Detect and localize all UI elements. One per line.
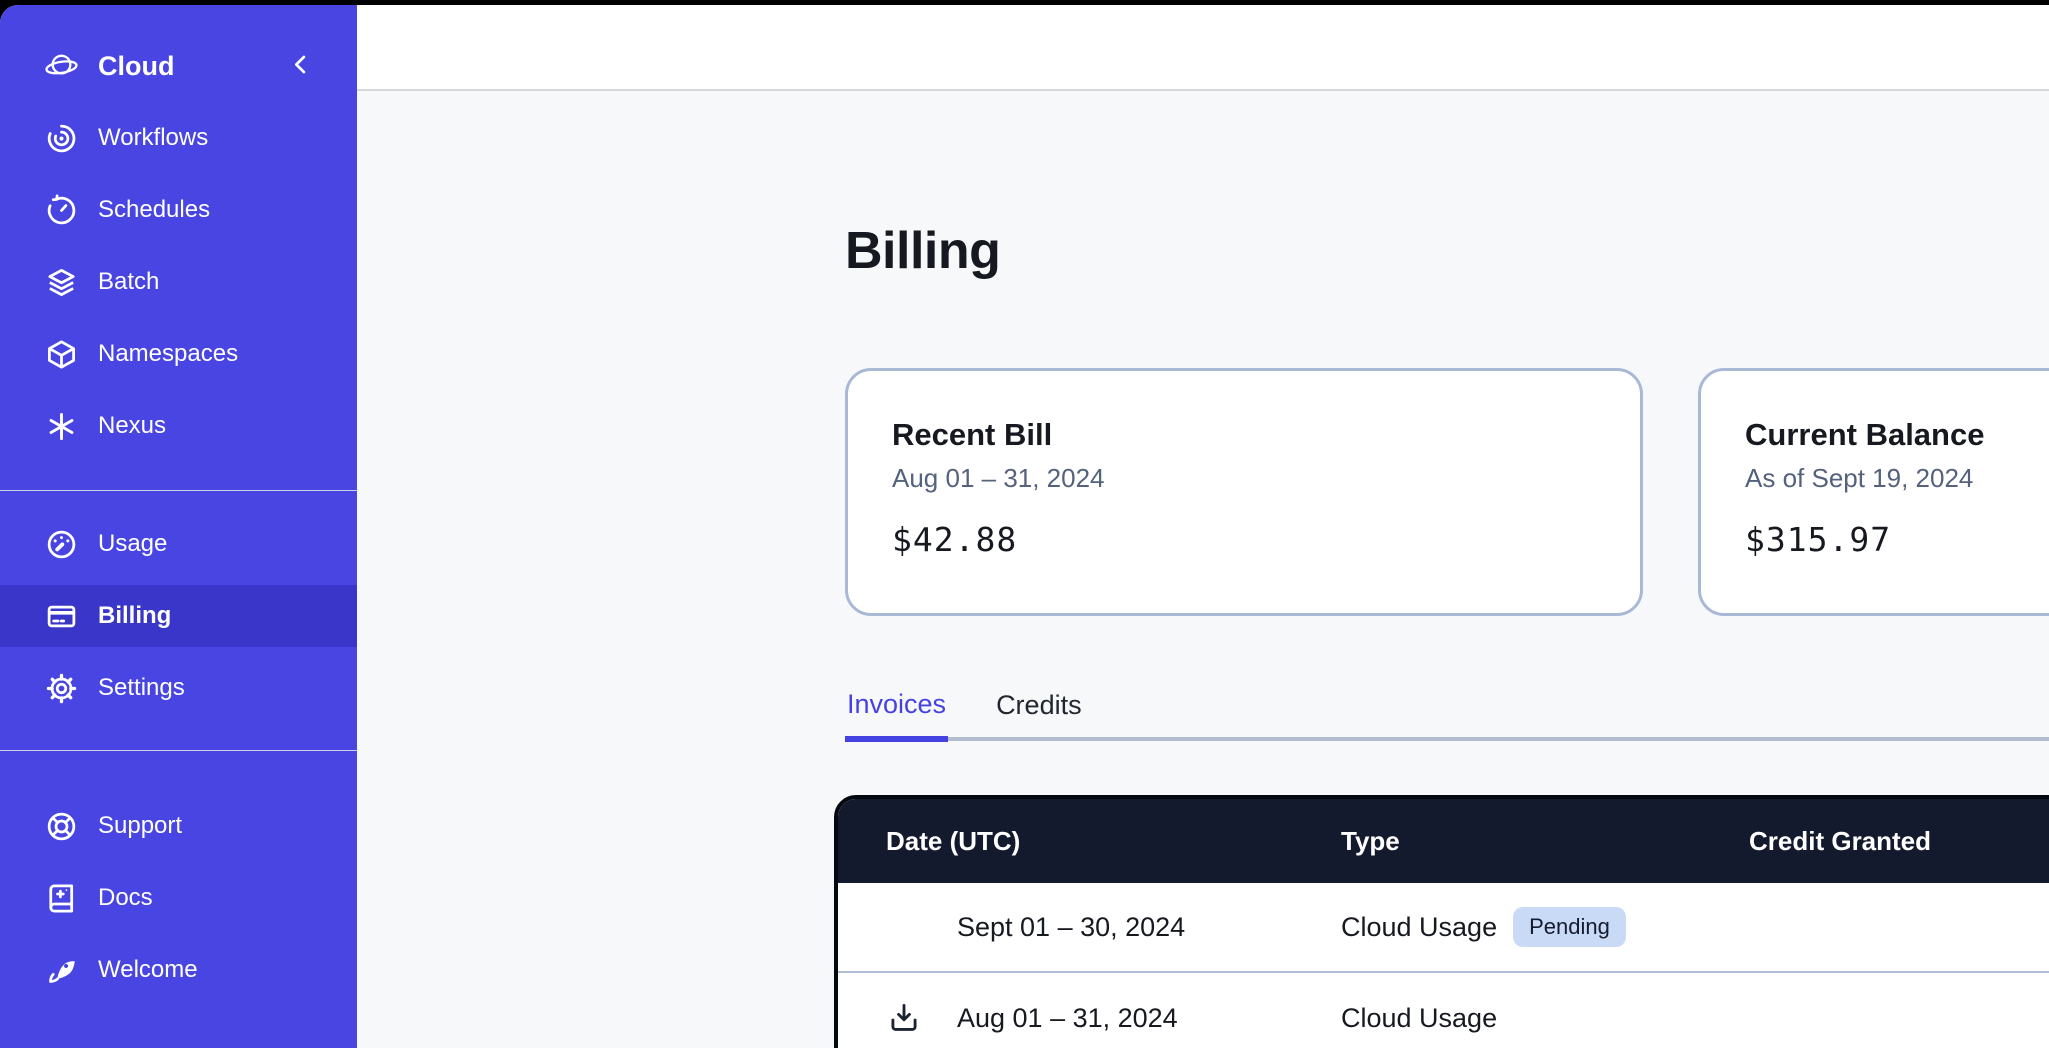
sidebar-item-namespaces[interactable]: Namespaces	[0, 323, 357, 385]
card-amount: $42.88	[892, 520, 1596, 559]
table-header: Date (UTC) Type Credit Granted	[838, 799, 2049, 883]
sidebar-item-schedules[interactable]: Schedules	[0, 179, 357, 241]
status-badge: Pending	[1513, 907, 1626, 947]
download-icon[interactable]	[886, 1000, 922, 1036]
sidebar-brand-label: Cloud	[98, 51, 174, 82]
sidebar-item-usage[interactable]: Usage	[0, 513, 357, 575]
sidebar-item-label: Batch	[98, 268, 159, 296]
sidebar-item-label: Nexus	[98, 412, 166, 440]
schedules-icon	[44, 193, 78, 227]
date-cell: Sept 01 – 30, 2024	[886, 912, 1341, 943]
column-header-date: Date (UTC)	[886, 826, 1341, 857]
sidebar-divider	[0, 490, 357, 491]
usage-icon	[44, 527, 78, 561]
type-cell: Cloud Usage	[1341, 1003, 1749, 1034]
settings-icon	[44, 671, 78, 705]
card-title: Recent Bill	[892, 417, 1596, 453]
batch-icon	[44, 265, 78, 299]
sidebar-item-label: Support	[98, 812, 182, 840]
type-cell: Cloud Usage Pending	[1341, 907, 1749, 947]
sidebar-item-batch[interactable]: Batch	[0, 251, 357, 313]
temporal-cloud-logo	[44, 49, 78, 83]
page-title: Billing	[845, 221, 1000, 281]
top-bar	[357, 5, 2049, 91]
sidebar-item-label: Docs	[98, 884, 153, 912]
sidebar-item-welcome[interactable]: Welcome	[0, 939, 357, 1001]
docs-icon	[44, 881, 78, 915]
sidebar-divider	[0, 750, 357, 751]
invoice-date: Aug 01 – 31, 2024	[957, 1003, 1178, 1034]
card-subtitle: Aug 01 – 31, 2024	[892, 463, 1596, 494]
workflows-icon	[44, 121, 78, 155]
sidebar-item-settings[interactable]: Settings	[0, 657, 357, 719]
billing-page: Billing Recent Bill Aug 01 – 31, 2024 $4…	[357, 91, 2049, 1048]
sidebar-item-support[interactable]: Support	[0, 795, 357, 857]
billing-tabs: Invoices Credits	[845, 671, 2049, 741]
sidebar-item-label: Usage	[98, 530, 167, 558]
sidebar-item-label: Billing	[98, 602, 171, 630]
welcome-icon	[44, 953, 78, 987]
card-subtitle: As of Sept 19, 2024	[1745, 463, 2049, 494]
sidebar-item-label: Welcome	[98, 956, 198, 984]
namespaces-icon	[44, 337, 78, 371]
sidebar: Cloud Workflows	[0, 5, 357, 1048]
card-amount: $315.97	[1745, 520, 2049, 559]
sidebar-item-nexus[interactable]: Nexus	[0, 395, 357, 457]
app-window: Cloud Workflows	[0, 5, 2049, 1048]
tab-credits[interactable]: Credits	[994, 671, 1084, 737]
download-icon-slot	[886, 1000, 957, 1036]
support-icon	[44, 809, 78, 843]
sidebar-brand[interactable]: Cloud	[0, 35, 357, 97]
sidebar-item-label: Schedules	[98, 196, 210, 224]
sidebar-item-label: Workflows	[98, 124, 208, 152]
date-cell: Aug 01 – 31, 2024	[886, 1000, 1341, 1036]
table-row[interactable]: Aug 01 – 31, 2024 Cloud Usage	[838, 973, 2049, 1048]
sidebar-collapse-button[interactable]	[287, 51, 315, 82]
sidebar-item-billing[interactable]: Billing	[0, 585, 357, 647]
chevron-left-icon	[287, 51, 315, 82]
main-area: Billing Recent Bill Aug 01 – 31, 2024 $4…	[357, 5, 2049, 1048]
billing-icon	[44, 599, 78, 633]
invoice-type: Cloud Usage	[1341, 1003, 1497, 1034]
nexus-icon	[44, 409, 78, 443]
sidebar-item-workflows[interactable]: Workflows	[0, 107, 357, 169]
summary-cards: Recent Bill Aug 01 – 31, 2024 $42.88 Cur…	[845, 368, 2049, 616]
invoice-type: Cloud Usage	[1341, 912, 1497, 943]
current-balance-card: Current Balance As of Sept 19, 2024 $315…	[1698, 368, 2049, 616]
recent-bill-card: Recent Bill Aug 01 – 31, 2024 $42.88	[845, 368, 1643, 616]
sidebar-item-label: Settings	[98, 674, 185, 702]
column-header-credit-granted: Credit Granted	[1749, 826, 2049, 857]
table-row[interactable]: Sept 01 – 30, 2024 Cloud Usage Pending	[838, 883, 2049, 973]
invoice-date: Sept 01 – 30, 2024	[957, 912, 1185, 943]
column-header-type: Type	[1341, 826, 1749, 857]
sidebar-item-docs[interactable]: Docs	[0, 867, 357, 929]
card-title: Current Balance	[1745, 417, 2049, 453]
tab-invoices[interactable]: Invoices	[845, 671, 948, 742]
invoices-table: Date (UTC) Type Credit Granted Sept 01 –…	[834, 795, 2049, 1048]
sidebar-item-label: Namespaces	[98, 340, 238, 368]
